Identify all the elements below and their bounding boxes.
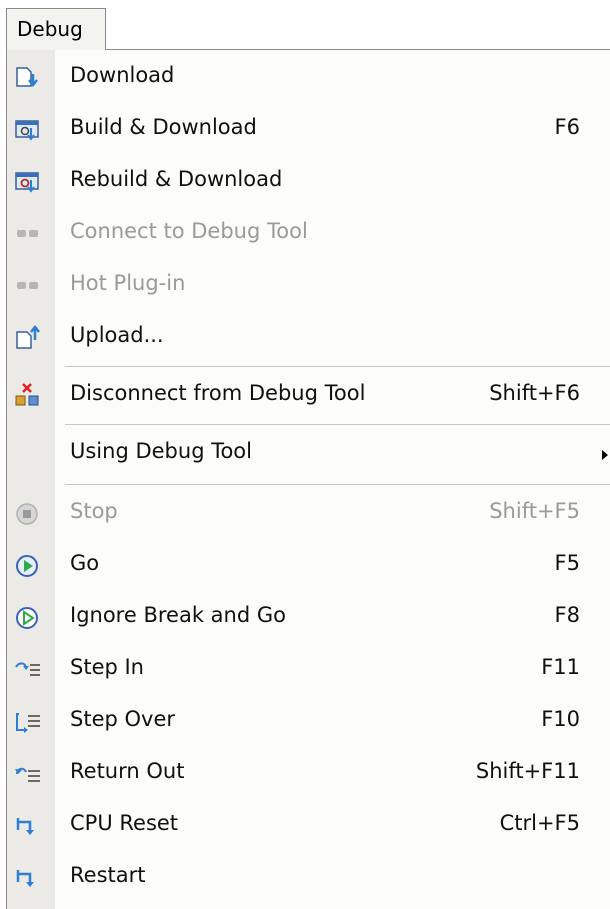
upload-icon: [13, 324, 43, 352]
menu-separator: [65, 366, 610, 367]
stop-icon: [13, 500, 43, 528]
connect-icon: [13, 220, 43, 248]
build-download-icon: [13, 116, 43, 144]
restart-icon: [13, 864, 43, 892]
menu-item-rebuild-download[interactable]: Rebuild & Download: [7, 156, 610, 208]
menu-item-build-download[interactable]: Build & Download F6: [7, 104, 610, 156]
debug-menu-tab[interactable]: Debug: [6, 8, 106, 50]
return-out-icon: [13, 760, 43, 788]
download-icon: [13, 64, 43, 92]
menu-item-step-in[interactable]: Step In F11: [7, 644, 610, 696]
cpu-reset-icon: [13, 812, 43, 840]
menu-item-ignore-break-go[interactable]: Ignore Break and Go F8: [7, 592, 610, 644]
debug-menu-title: Debug: [17, 17, 83, 41]
submenu-arrow-icon: [602, 450, 608, 460]
menu-separator: [65, 424, 610, 425]
ignore-break-go-icon: [13, 604, 43, 632]
menu-item-step-over[interactable]: Step Over F10: [7, 696, 610, 748]
menu-item-return-out[interactable]: Return Out Shift+F11: [7, 748, 610, 800]
menu-separator: [65, 484, 610, 485]
step-over-icon: [13, 708, 43, 736]
disconnect-icon: [13, 382, 43, 410]
step-in-icon: [13, 656, 43, 684]
menu-item-connect-debug-tool[interactable]: Connect to Debug Tool: [7, 208, 610, 260]
menu-item-using-debug-tool[interactable]: Using Debug Tool: [7, 428, 610, 480]
menu-item-disconnect-debug-tool[interactable]: Disconnect from Debug Tool Shift+F6: [7, 370, 610, 422]
menu-item-hot-plug-in[interactable]: Hot Plug-in: [7, 260, 610, 312]
rebuild-download-icon: [13, 168, 43, 196]
menu-item-download[interactable]: Download: [7, 52, 610, 104]
menu-item-upload[interactable]: Upload...: [7, 312, 610, 364]
go-icon: [13, 552, 43, 580]
menu-item-go[interactable]: Go F5: [7, 540, 610, 592]
menu-item-cpu-reset[interactable]: CPU Reset Ctrl+F5: [7, 800, 610, 852]
menu-item-stop[interactable]: Stop Shift+F5: [7, 488, 610, 540]
hot-plug-icon: [13, 272, 43, 300]
menu-item-restart[interactable]: Restart: [7, 852, 610, 904]
debug-dropdown-menu: Download Build & Download F6 Rebuild & D…: [6, 49, 610, 909]
